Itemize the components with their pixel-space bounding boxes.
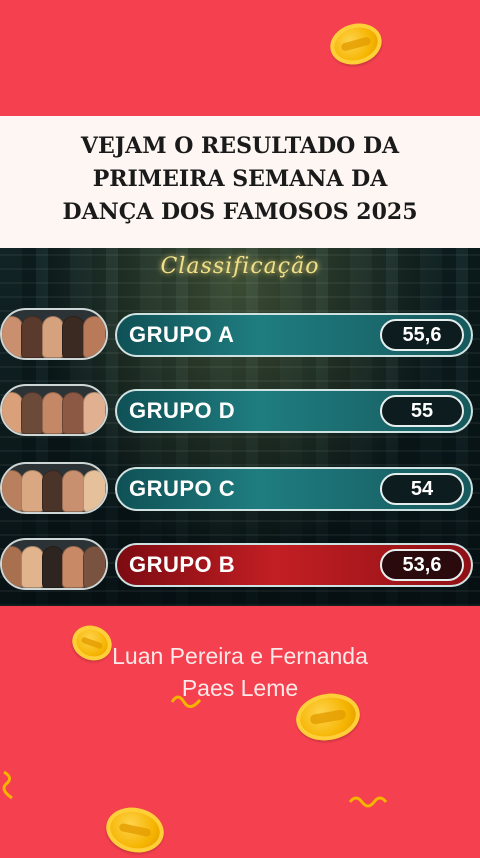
ranking-row: GRUPO D 55 xyxy=(0,384,480,436)
group-photo-avatar xyxy=(0,538,108,590)
group-score-bar: GRUPO C 54 xyxy=(115,467,473,511)
caption-line: Paes Leme xyxy=(181,675,299,701)
ranking-row: GRUPO B 53,6 xyxy=(0,538,480,590)
title-line: PRIMEIRA SEMANA DA xyxy=(92,166,388,192)
group-name: GRUPO C xyxy=(129,476,236,501)
caption-line: Luan Pereira e Fernanda xyxy=(112,643,368,669)
group-photo-avatar xyxy=(0,384,108,436)
group-score-bar: GRUPO D 55 xyxy=(115,389,473,433)
video-caption: Luan Pereira e Fernanda Paes Leme xyxy=(0,640,480,704)
group-name: GRUPO A xyxy=(129,322,235,347)
group-score-bar: GRUPO B 53,6 xyxy=(115,543,473,587)
group-score: 54 xyxy=(380,473,464,505)
group-photo-avatar xyxy=(0,462,108,514)
squiggle-decoration-icon xyxy=(2,770,13,800)
group-name: GRUPO B xyxy=(129,552,236,577)
squiggle-decoration-icon xyxy=(348,796,388,808)
ranking-row: GRUPO C 54 xyxy=(0,462,480,514)
title-line: VEJAM O RESULTADO DA xyxy=(80,133,400,159)
group-photo-avatar xyxy=(0,308,108,360)
ranking-heading: Classificação xyxy=(160,254,320,279)
ranking-row: GRUPO A 55,6 xyxy=(0,308,480,360)
coin-decoration-icon xyxy=(102,802,168,858)
group-score: 55,6 xyxy=(380,319,464,351)
group-score: 53,6 xyxy=(380,549,464,581)
coin-decoration-icon xyxy=(325,17,387,71)
ranking-panel: Classificação GRUPO A 55,6 GRUPO D 55 GR… xyxy=(0,248,480,606)
page-title: VEJAM O RESULTADO DA PRIMEIRA SEMANA DA … xyxy=(0,130,480,229)
title-line: DANÇA DOS FAMOSOS 2025 xyxy=(62,199,418,225)
group-name: GRUPO D xyxy=(129,398,236,423)
group-score: 55 xyxy=(380,395,464,427)
group-score-bar: GRUPO A 55,6 xyxy=(115,313,473,357)
